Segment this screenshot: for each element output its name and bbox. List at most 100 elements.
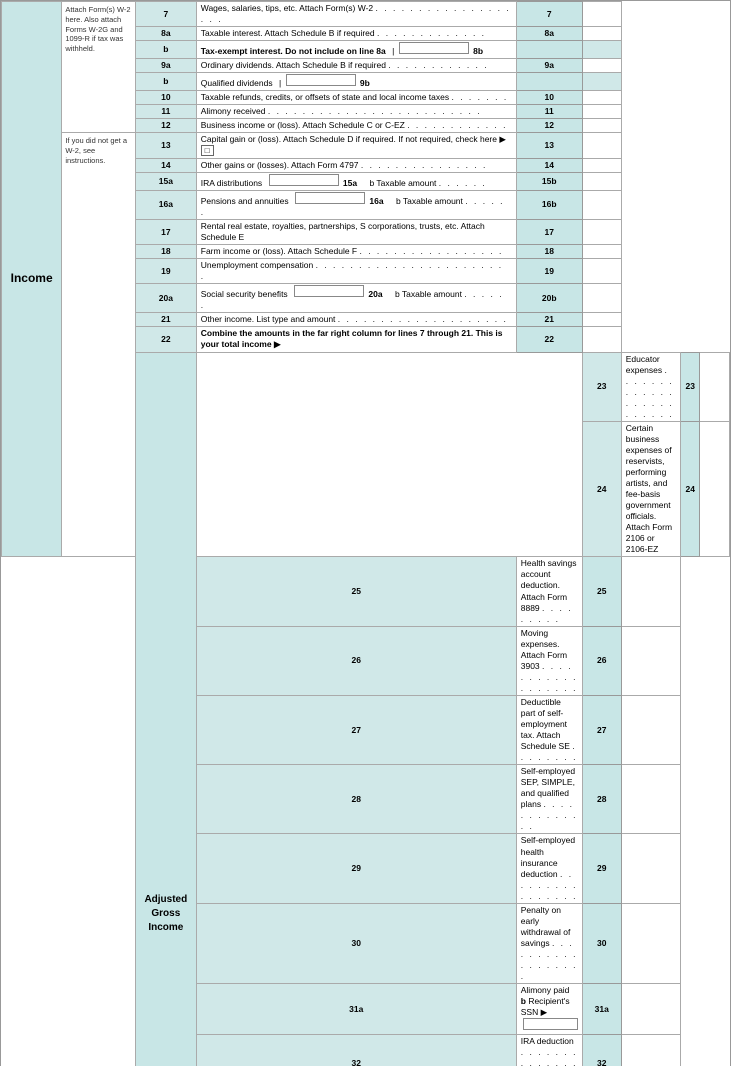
line-14-desc: Other gains or (losses). Attach Form 479… — [196, 158, 516, 172]
line-18-value[interactable] — [582, 245, 621, 259]
line-7-desc: Wages, salaries, tips, etc. Attach Form(… — [196, 2, 516, 27]
adjusted-label1: Adjusted — [144, 894, 187, 905]
line-10-desc: Taxable refunds, credits, or offsets of … — [196, 91, 516, 105]
line-19-ref: 19 — [516, 259, 582, 284]
line-8b-desc: Tax-exempt interest. Do not include on l… — [196, 41, 516, 59]
line-num-13: 13 — [135, 133, 196, 158]
line-23-desc: Educator expenses . . . . . . . . . . . … — [621, 352, 681, 421]
line-25-value[interactable] — [621, 557, 681, 626]
line-32-ref: 32 — [582, 1035, 621, 1066]
line-32-desc: IRA deduction . . . . . . . . . . . . . … — [516, 1035, 582, 1066]
line-21-value[interactable] — [582, 313, 621, 327]
line-17-desc: Rental real estate, royalties, partnersh… — [196, 220, 516, 245]
line-13-desc: Capital gain or (loss). Attach Schedule … — [196, 133, 516, 158]
line-18-desc: Farm income or (loss). Attach Schedule F… — [196, 245, 516, 259]
line-num-7: 7 — [135, 2, 196, 27]
line-num-22: 22 — [135, 327, 196, 352]
line-num-31a: 31a — [196, 984, 516, 1035]
line-29-desc: Self-employed health insurance deduction… — [516, 834, 582, 903]
side-note-w2-2: If you did not get a W-2, see instructio… — [62, 133, 136, 557]
line-23-value[interactable] — [699, 352, 729, 421]
line-9b-input[interactable] — [286, 74, 356, 86]
line-num-9b: b — [135, 73, 196, 91]
line-num-15a: 15a — [135, 172, 196, 190]
line-17-ref: 17 — [516, 220, 582, 245]
line-32-value[interactable] — [621, 1035, 681, 1066]
line-14-ref: 14 — [516, 158, 582, 172]
line-31a-desc: Alimony paid b Recipient's SSN ▶ — [516, 984, 582, 1035]
line-10-value[interactable] — [582, 91, 621, 105]
line-25-ref: 25 — [582, 557, 621, 626]
line-num-12: 12 — [135, 119, 196, 133]
line-7-ref: 7 — [516, 2, 582, 27]
line-31a-ssn-input[interactable] — [523, 1018, 578, 1030]
line-19-desc: Unemployment compensation . . . . . . . … — [196, 259, 516, 284]
line-29-value[interactable] — [621, 834, 681, 903]
income-section-header: Income — [2, 2, 62, 557]
line-num-8b: b — [135, 41, 196, 59]
line-21-desc: Other income. List type and amount . . .… — [196, 313, 516, 327]
line-9b-ref — [516, 73, 582, 91]
line-num-19: 19 — [135, 259, 196, 284]
line-20a-input[interactable] — [294, 285, 364, 297]
line-num-11: 11 — [135, 105, 196, 119]
line-14-value[interactable] — [582, 158, 621, 172]
line-num-30: 30 — [196, 903, 516, 983]
tax-form-page: Income Attach Form(s) W-2 here. Also att… — [0, 0, 731, 1066]
line-13-ref: 13 — [516, 133, 582, 158]
line-num-25: 25 — [196, 557, 516, 626]
line-21-ref: 21 — [516, 313, 582, 327]
line-25-desc: Health savings account deduction. Attach… — [516, 557, 582, 626]
line-15a-input[interactable] — [269, 174, 339, 186]
line-28-desc: Self-employed SEP, SIMPLE, and qualified… — [516, 765, 582, 834]
line-22-value[interactable] — [582, 327, 621, 352]
line-11-value[interactable] — [582, 105, 621, 119]
line-12-desc: Business income or (loss). Attach Schedu… — [196, 119, 516, 133]
line-8b-ref — [516, 41, 582, 59]
income-label: Income — [5, 271, 58, 287]
line-26-ref: 26 — [582, 626, 621, 695]
line-24-ref: 24 — [681, 421, 699, 557]
line-19-value[interactable] — [582, 259, 621, 284]
line-27-value[interactable] — [621, 695, 681, 764]
line-15b-value[interactable] — [582, 172, 621, 190]
line-16b-value[interactable] — [582, 190, 621, 219]
line-16a-input[interactable] — [295, 192, 365, 204]
line-7-value[interactable] — [582, 2, 621, 27]
line-30-value[interactable] — [621, 903, 681, 983]
line-num-20a: 20a — [135, 284, 196, 313]
side-note-w2: Attach Form(s) W-2 here. Also attach For… — [62, 2, 136, 133]
line-9b-value — [582, 73, 621, 91]
line-11-desc: Alimony received . . . . . . . . . . . .… — [196, 105, 516, 119]
line-8a-desc: Taxable interest. Attach Schedule B if r… — [196, 27, 516, 41]
line-22-ref: 22 — [516, 327, 582, 352]
line-29-ref: 29 — [582, 834, 621, 903]
line-num-27: 27 — [196, 695, 516, 764]
line-20b-value[interactable] — [582, 284, 621, 313]
line-num-28: 28 — [196, 765, 516, 834]
adjusted-label2: Gross — [151, 908, 180, 919]
line-num-10: 10 — [135, 91, 196, 105]
line-17-value[interactable] — [582, 220, 621, 245]
line-8a-value[interactable] — [582, 27, 621, 41]
line-8b-input[interactable] — [399, 42, 469, 54]
line-num-21: 21 — [135, 313, 196, 327]
line-27-ref: 27 — [582, 695, 621, 764]
line-31a-value[interactable] — [621, 984, 681, 1035]
line-31a-ref: 31a — [582, 984, 621, 1035]
line-28-value[interactable] — [621, 765, 681, 834]
line-23-ref: 23 — [681, 352, 699, 421]
line-13-value[interactable] — [582, 133, 621, 158]
line-9a-ref: 9a — [516, 59, 582, 73]
line-20a-desc: Social security benefits 20a b Taxable a… — [196, 284, 516, 313]
line-9a-value[interactable] — [582, 59, 621, 73]
line-8a-ref: 8a — [516, 27, 582, 41]
line-num-26: 26 — [196, 626, 516, 695]
line-30-ref: 30 — [582, 903, 621, 983]
line-12-value[interactable] — [582, 119, 621, 133]
line-30-desc: Penalty on early withdrawal of savings .… — [516, 903, 582, 983]
line-26-value[interactable] — [621, 626, 681, 695]
line-24-value[interactable] — [699, 421, 729, 557]
line-9b-desc: Qualified dividends | 9b — [196, 73, 516, 91]
line-num-16a: 16a — [135, 190, 196, 219]
